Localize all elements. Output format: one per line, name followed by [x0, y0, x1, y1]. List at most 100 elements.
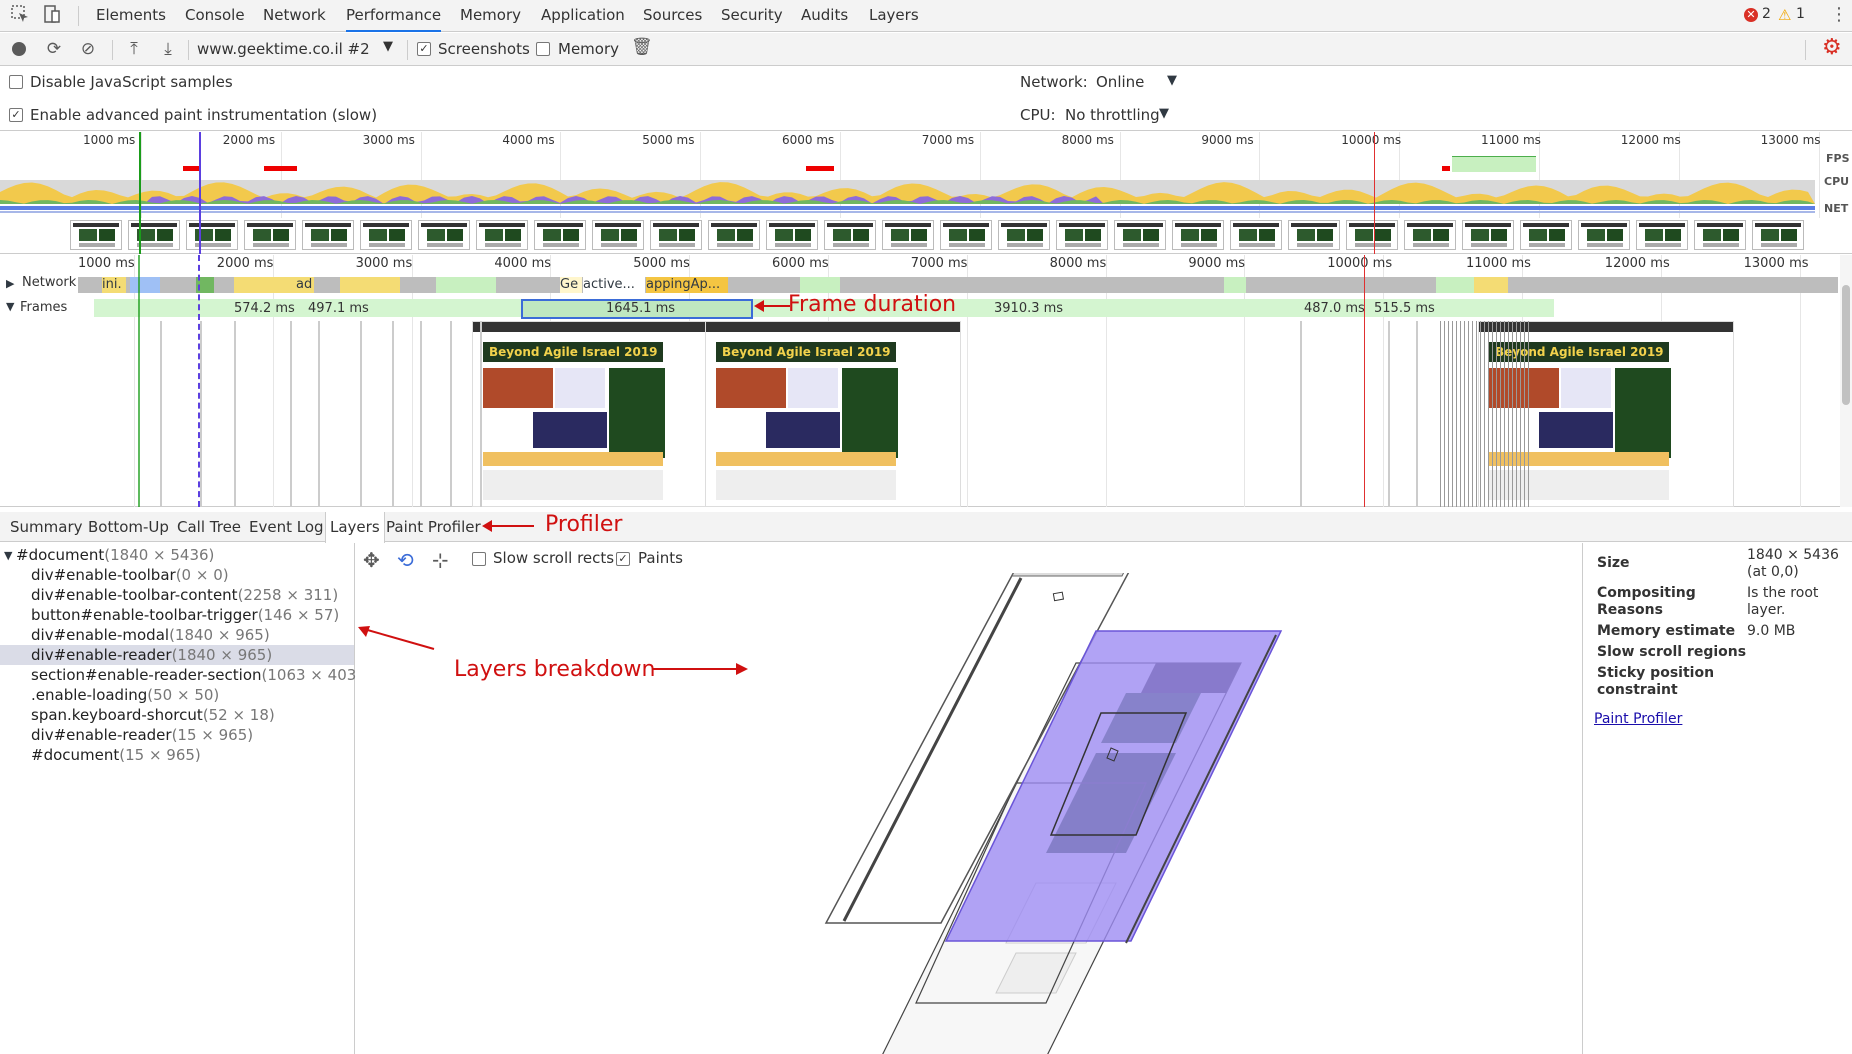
- screenshot-thumbnail[interactable]: [998, 220, 1050, 250]
- trigger-layer[interactable]: [1052, 591, 1065, 602]
- chevron-down-icon[interactable]: ▼: [383, 39, 393, 54]
- screenshot-thumbnail[interactable]: [1752, 220, 1804, 250]
- network-throttle-select[interactable]: Online: [1096, 73, 1144, 91]
- layer-tree-item[interactable]: .enable-loading(50 × 50): [0, 685, 354, 705]
- screenshot-thumbnail[interactable]: [940, 220, 992, 250]
- layer-tree-item[interactable]: div#enable-reader(15 × 965): [0, 725, 354, 745]
- screenshot-thumbnail[interactable]: [1056, 220, 1108, 250]
- frame-screenshot[interactable]: Beyond Agile Israel 2019: [472, 321, 728, 507]
- selected-layer-enable-reader[interactable]: [944, 630, 1283, 942]
- timeline-overview[interactable]: 1000 ms 2000 ms 3000 ms 4000 ms 5000 ms 6000 …: [0, 132, 1852, 254]
- tab-memory[interactable]: Memory: [460, 0, 521, 32]
- frame-screenshot[interactable]: Beyond Agile Israel 2019: [705, 321, 961, 507]
- tab-sources[interactable]: Sources: [643, 0, 702, 32]
- scrollbar[interactable]: [1840, 255, 1852, 507]
- screenshot-thumbnail[interactable]: [534, 220, 586, 250]
- more-options-icon[interactable]: ⋮: [1830, 4, 1848, 25]
- layer-tree-item[interactable]: div#enable-toolbar(0 × 0): [0, 565, 354, 585]
- network-request[interactable]: [130, 277, 160, 293]
- screenshot-thumbnail[interactable]: [1230, 220, 1282, 250]
- layer-tree[interactable]: ▼ #document(1840 × 5436) div#enable-tool…: [0, 543, 362, 1054]
- reset-transform-icon[interactable]: ⊹: [432, 548, 449, 572]
- record-icon[interactable]: [12, 42, 26, 56]
- network-track-label[interactable]: Network: [20, 275, 79, 290]
- collapse-frames-icon[interactable]: ▼: [6, 300, 14, 313]
- screenshot-thumbnail[interactable]: [1520, 220, 1572, 250]
- network-request[interactable]: [800, 277, 840, 293]
- screenshot-thumbnail[interactable]: [186, 220, 238, 250]
- screenshot-thumbnail[interactable]: [244, 220, 296, 250]
- tab-security[interactable]: Security: [721, 0, 783, 32]
- network-request[interactable]: ad: [234, 277, 314, 293]
- screenshot-thumbnail[interactable]: [1636, 220, 1688, 250]
- chevron-down-icon[interactable]: ▼: [1159, 106, 1169, 121]
- tab-summary[interactable]: Summary: [10, 512, 83, 542]
- screenshot-thumbnail[interactable]: [882, 220, 934, 250]
- layer-tree-item[interactable]: #document(1840 × 5436): [0, 545, 354, 565]
- screenshot-thumbnail[interactable]: [708, 220, 760, 250]
- error-icon[interactable]: ✕: [1744, 8, 1758, 22]
- frame-duration[interactable]: 1645.1 ms: [606, 301, 675, 316]
- network-request[interactable]: active...: [583, 277, 645, 293]
- load-profile-icon[interactable]: ⤒: [122, 37, 146, 61]
- layers-3d-canvas[interactable]: [656, 573, 1356, 1054]
- screenshot-thumbnail[interactable]: [1404, 220, 1456, 250]
- screenshot-thumbnail[interactable]: [1114, 220, 1166, 250]
- tab-network[interactable]: Network: [263, 0, 326, 32]
- error-count[interactable]: 2: [1762, 6, 1771, 22]
- tab-performance[interactable]: Performance: [346, 0, 442, 32]
- paint-profiler-link[interactable]: Paint Profiler: [1594, 711, 1682, 727]
- layer-tree-item[interactable]: div#enable-modal(1840 × 965): [0, 625, 354, 645]
- screenshots-checkbox[interactable]: ✓: [417, 42, 431, 56]
- screenshot-thumbnail[interactable]: [592, 220, 644, 250]
- frame-duration[interactable]: 497.1 ms: [308, 301, 369, 316]
- network-request[interactable]: [1224, 277, 1246, 293]
- network-request[interactable]: [436, 277, 496, 293]
- clear-icon[interactable]: ⊘: [76, 37, 100, 61]
- tab-application[interactable]: Application: [541, 0, 625, 32]
- screenshot-thumbnail[interactable]: [650, 220, 702, 250]
- tab-audits[interactable]: Audits: [801, 0, 848, 32]
- frame-duration[interactable]: 515.5 ms: [1374, 301, 1435, 316]
- screenshot-thumbnail[interactable]: [418, 220, 470, 250]
- frame-duration[interactable]: 574.2 ms: [234, 301, 295, 316]
- disable-js-samples-checkbox[interactable]: [9, 75, 23, 89]
- screenshot-thumbnail[interactable]: [476, 220, 528, 250]
- screenshot-thumbnail[interactable]: [1346, 220, 1398, 250]
- paints-checkbox[interactable]: ✓: [616, 552, 630, 566]
- screenshot-thumbnail[interactable]: [824, 220, 876, 250]
- tab-event-log[interactable]: Event Log: [249, 512, 324, 542]
- screenshot-thumbnail[interactable]: [1288, 220, 1340, 250]
- warning-count[interactable]: 1: [1796, 6, 1805, 22]
- advanced-paint-checkbox[interactable]: ✓: [9, 108, 23, 122]
- slow-scroll-rects-checkbox[interactable]: [472, 552, 486, 566]
- tab-layers[interactable]: Layers: [869, 0, 919, 32]
- screenshot-thumbnail[interactable]: [1694, 220, 1746, 250]
- rotate-mode-icon[interactable]: ⟲: [397, 548, 414, 572]
- inspect-element-icon[interactable]: [8, 4, 32, 28]
- network-request[interactable]: [340, 277, 400, 293]
- screenshot-thumbnail[interactable]: [70, 220, 122, 250]
- layer-tree-item[interactable]: section#enable-reader-section(1063 × 403…: [0, 665, 362, 685]
- layers-3d-view[interactable]: ✥ ⟲ ⊹ Slow scroll rects ✓ Paints Layers …: [356, 543, 1582, 1054]
- layer-tree-item[interactable]: button#enable-toolbar-trigger(146 × 57): [0, 605, 354, 625]
- layer-tree-item[interactable]: #document(15 × 965): [0, 745, 354, 765]
- screenshot-thumbnail[interactable]: [302, 220, 354, 250]
- screenshot-thumbnail[interactable]: [360, 220, 412, 250]
- tab-bottom-up[interactable]: Bottom-Up: [88, 512, 169, 542]
- tab-console[interactable]: Console: [185, 0, 245, 32]
- screenshot-strip[interactable]: [0, 218, 1852, 254]
- reload-icon[interactable]: ⟳: [42, 37, 66, 61]
- device-toggle-icon[interactable]: [40, 4, 64, 28]
- tab-elements[interactable]: Elements: [96, 0, 166, 32]
- tab-call-tree[interactable]: Call Tree: [177, 512, 241, 542]
- settings-gear-icon[interactable]: ⚙: [1822, 35, 1842, 60]
- screenshot-thumbnail[interactable]: [1172, 220, 1224, 250]
- layer-tree-item[interactable]: div#enable-toolbar-content(2258 × 311): [0, 585, 354, 605]
- tab-layers-details[interactable]: Layers: [325, 512, 385, 543]
- screenshot-thumbnail[interactable]: [766, 220, 818, 250]
- cpu-throttle-select[interactable]: No throttling: [1065, 106, 1160, 124]
- layer-tree-item-selected[interactable]: div#enable-reader(1840 × 965): [0, 645, 354, 665]
- trash-icon[interactable]: 🗑: [631, 37, 653, 57]
- frame-screenshots[interactable]: Beyond Agile Israel 2019 Beyond Agile Isr…: [94, 321, 1840, 507]
